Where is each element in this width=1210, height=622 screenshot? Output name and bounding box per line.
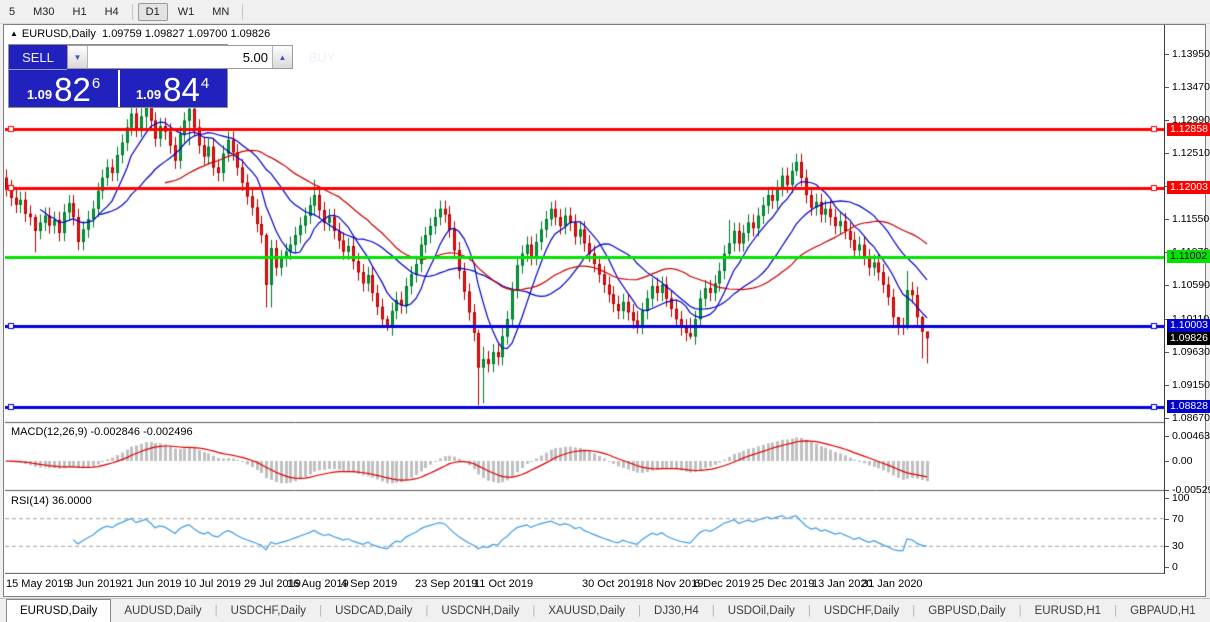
scale-tick-mark (1165, 153, 1169, 154)
price-tick: 1.13470 (1172, 81, 1210, 93)
macd-tick: 0.00463 (1172, 430, 1210, 442)
scale-tick-mark (1165, 418, 1169, 419)
level-price-label: 1.11002 (1167, 250, 1210, 263)
sell-button[interactable]: SELL (9, 45, 67, 70)
rsi-tick: 100 (1172, 492, 1190, 504)
tab-usdcad-daily[interactable]: USDCAD,Daily (322, 599, 425, 622)
date-label: 11 Oct 2019 (474, 578, 534, 590)
scale-tick-mark (1165, 498, 1169, 499)
date-label: 30 Oct 2019 (582, 578, 642, 590)
tab-eurusd-h1[interactable]: EURUSD,H1 (1022, 599, 1114, 622)
volume-input[interactable] (88, 46, 272, 68)
chart-tab-bar: EURUSD,Daily AUDUSD,Daily | USDCHF,Daily | US… (0, 598, 1210, 622)
scale-tick-mark (1165, 385, 1169, 386)
date-label: 31 Jan 2020 (862, 578, 923, 590)
tab-usdchf-daily[interactable]: USDCHF,Daily (218, 599, 319, 622)
scale-tick-mark (1165, 546, 1169, 547)
macd-tick: 0.00 (1172, 455, 1193, 467)
price-tick: 1.08670 (1172, 412, 1210, 424)
date-label: 25 Dec 2019 (752, 578, 815, 590)
buy-price-pip: 4 (200, 75, 210, 92)
price-tick: 1.09150 (1172, 379, 1210, 391)
timeframe-button-5[interactable]: 5 (1, 3, 23, 21)
toolbar-separator (131, 3, 133, 20)
volume-decrease-icon[interactable]: ▼ (68, 46, 88, 68)
rsi-tick: 30 (1172, 540, 1184, 552)
level-price-label: 1.12858 (1167, 123, 1210, 136)
buy-price-big: 84 (163, 71, 200, 108)
timeframe-button-m30[interactable]: M30 (25, 3, 62, 21)
timeframe-button-mn[interactable]: MN (204, 3, 237, 21)
chart-window: ▲ EURUSD,Daily 1.09759 1.09827 1.09700 1.… (3, 24, 1210, 597)
buy-price[interactable]: 1.09 84 4 (118, 70, 227, 108)
price-tick: 1.13950 (1172, 48, 1210, 60)
panel-divider (118, 70, 120, 107)
rsi-tick: 0 (1172, 561, 1178, 573)
price-tick: 1.11550 (1172, 213, 1210, 225)
scale-tick-mark (1165, 461, 1169, 462)
level-price-label: 1.12003 (1167, 181, 1210, 194)
tab-eurusd-daily[interactable]: EURUSD,Daily (6, 599, 112, 622)
date-label: 21 Jun 2019 (121, 578, 182, 590)
scale-tick-mark (1165, 352, 1169, 353)
scale-tick-mark (1165, 567, 1169, 568)
date-label: 4 Sep 2019 (341, 578, 398, 590)
timeframe-button-w1[interactable]: W1 (170, 3, 203, 21)
current-price-label: 1.09826 (1167, 332, 1210, 345)
date-label: 10 Jul 2019 (184, 578, 241, 590)
toolbar-separator (242, 3, 244, 20)
rsi-tick: 70 (1172, 513, 1184, 525)
price-tick: 1.09630 (1172, 346, 1210, 358)
date-label: 6 Dec 2019 (694, 578, 751, 590)
volume-increase-icon[interactable]: ▲ (272, 46, 292, 68)
tab-audusd-daily[interactable]: AUDUSD,Daily (111, 599, 214, 622)
price-scale: 1.139501.134701.129901.125101.120301.115… (1164, 25, 1210, 574)
chart-title: ▲ EURUSD,Daily 1.09759 1.09827 1.09700 1.… (10, 28, 270, 40)
tab-xauusd-daily[interactable]: XAUUSD,Daily (535, 599, 638, 622)
timeframe-button-d1[interactable]: D1 (137, 2, 168, 21)
one-click-trading-panel: SELL ▼ ▲ BUY 1.09 82 6 1.09 84 4 (8, 44, 351, 108)
tab-gbpusd-daily[interactable]: GBPUSD,Daily (915, 599, 1018, 622)
scale-tick-mark (1165, 87, 1169, 88)
scale-tick-mark (1165, 219, 1169, 220)
tab-usdchf-daily[interactable]: USDCHF,Daily (811, 599, 912, 622)
date-label: 23 Sep 2019 (415, 578, 478, 590)
tab-usdoil-daily[interactable]: USDOil,Daily (715, 599, 808, 622)
level-price-label: 1.08828 (1167, 400, 1210, 413)
scale-tick-mark (1165, 436, 1169, 437)
mt4-application: { "toolbar": { "timeframes": ["5", "M30"… (0, 0, 1210, 622)
rsi-label: RSI(14) 36.0000 (11, 495, 92, 507)
scale-tick-mark (1165, 519, 1169, 520)
date-axis: 15 May 2019 3 Jun 2019 21 Jun 2019 10 Jul 2… (4, 575, 1166, 596)
chart-title-ohlc: 1.09759 1.09827 1.09700 1.09826 (102, 28, 271, 40)
scale-tick-mark (1165, 490, 1169, 491)
buy-price-prefix: 1.09 (135, 87, 162, 102)
scale-tick-mark (1165, 54, 1169, 55)
price-tick: 1.10590 (1172, 279, 1210, 291)
volume-stepper: ▼ ▲ (67, 45, 293, 69)
price-tick: 1.12510 (1172, 147, 1210, 159)
chart-title-symbol: EURUSD,Daily (21, 28, 96, 40)
level-price-label: 1.10003 (1167, 319, 1210, 332)
timeframe-button-h4[interactable]: H4 (97, 3, 127, 21)
panel-expand-icon[interactable]: ▲ (10, 29, 18, 38)
scale-tick-mark (1165, 120, 1169, 121)
buy-button[interactable]: BUY (293, 45, 351, 70)
tab-usdcnh-daily[interactable]: USDCNH,Daily (428, 599, 532, 622)
date-label: 16 Aug 2019 (287, 578, 349, 590)
macd-label: MACD(12,26,9) -0.002846 -0.002496 (11, 426, 193, 438)
sell-price-big: 82 (54, 71, 91, 108)
tab-gbpaud-h1[interactable]: GBPAUD,H1 (1117, 599, 1209, 622)
sell-price[interactable]: 1.09 82 6 (9, 70, 118, 108)
date-label: 15 May 2019 (6, 578, 70, 590)
tab-dj30-h4[interactable]: DJ30,H4 (641, 599, 712, 622)
date-label: 3 Jun 2019 (67, 578, 122, 590)
scale-tick-mark (1165, 285, 1169, 286)
sell-price-pip: 6 (91, 75, 101, 92)
timeframe-toolbar: 5 M30 H1 H4 D1 W1 MN (0, 0, 1210, 24)
timeframe-button-h1[interactable]: H1 (65, 3, 95, 21)
sell-price-prefix: 1.09 (26, 87, 53, 102)
